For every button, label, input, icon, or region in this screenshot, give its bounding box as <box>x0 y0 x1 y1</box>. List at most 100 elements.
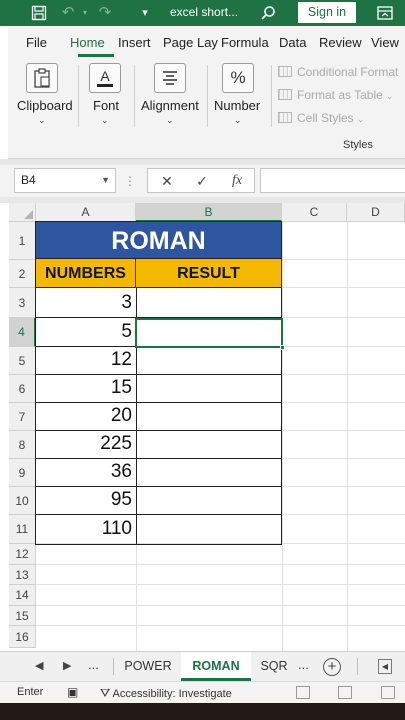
clipboard-label: Clipboard <box>17 98 73 113</box>
tab-page-layout[interactable]: Page Lay <box>163 35 218 50</box>
tab-home[interactable]: Home <box>70 35 105 50</box>
sheet-tab-roman[interactable]: ROMAN <box>181 652 251 681</box>
row-header[interactable]: 9 <box>9 459 36 487</box>
enter-check-icon[interactable]: ✓ <box>191 171 213 191</box>
result-cell[interactable] <box>137 458 282 486</box>
accessibility-status[interactable]: ⛛ Accessibility: Investigate <box>100 686 232 701</box>
spreadsheet-grid[interactable]: A B C D 1 2 3 4 5 6 7 8 9 10 11 12 13 14… <box>9 203 405 651</box>
next-sheet-icon[interactable]: ▶ <box>63 659 71 672</box>
chevron-down-icon: ⌄ <box>356 114 365 124</box>
tab-formulas[interactable]: Formula <box>221 35 269 50</box>
redo-icon[interactable]: ↷ <box>95 3 115 23</box>
font-group[interactable]: A Font ⌄ <box>83 59 133 139</box>
active-cell-selection[interactable] <box>135 318 283 348</box>
format-as-table-button[interactable]: Format as Table ⌄ <box>278 88 393 106</box>
row-header[interactable]: 15 <box>9 606 36 626</box>
column-header-a[interactable]: A <box>36 203 136 222</box>
fill-handle[interactable] <box>280 345 285 350</box>
row-header[interactable]: 5 <box>9 347 36 375</box>
chevron-down-icon: ⌄ <box>234 115 242 125</box>
result-cell[interactable] <box>137 374 282 402</box>
result-cell[interactable] <box>137 346 282 374</box>
row-header[interactable]: 4 <box>9 318 36 347</box>
number-cell[interactable]: 36 <box>36 458 136 486</box>
result-cell[interactable] <box>137 486 282 514</box>
numbers-header-cell[interactable]: NUMBERS <box>35 259 136 288</box>
chevron-down-icon[interactable]: ▼ <box>101 169 110 192</box>
number-cell[interactable]: 3 <box>36 288 136 317</box>
number-cell[interactable]: 95 <box>36 486 136 514</box>
tab-insert[interactable]: Insert <box>118 35 151 50</box>
number-group[interactable]: % Number ⌄ <box>211 59 269 139</box>
tab-view[interactable]: View <box>371 35 399 50</box>
undo-icon[interactable]: ↶ <box>58 3 78 23</box>
svg-text:A: A <box>100 68 110 84</box>
document-title: excel short... <box>170 5 239 19</box>
column-header-c[interactable]: C <box>282 203 347 222</box>
result-header-cell[interactable]: RESULT <box>136 259 282 288</box>
result-cell[interactable] <box>137 514 282 544</box>
search-icon[interactable] <box>258 3 278 23</box>
row-header[interactable]: 1 <box>9 222 36 260</box>
clipboard-group[interactable]: Clipboard ⌄ <box>8 59 74 139</box>
row-header[interactable]: 2 <box>9 260 36 288</box>
number-cell[interactable]: 5 <box>36 317 136 346</box>
row-header[interactable]: 10 <box>9 487 36 515</box>
more-sheets-button[interactable]: ... <box>298 657 309 672</box>
cell-styles-button[interactable]: Cell Styles ⌄ <box>278 111 364 129</box>
number-cell[interactable]: 20 <box>36 402 136 430</box>
result-cell[interactable] <box>137 430 282 458</box>
sheet-tab-sqr[interactable]: SQR <box>251 652 297 681</box>
table-title-cell[interactable]: ROMAN <box>35 221 282 259</box>
accessibility-icon: ⛛ <box>100 686 111 700</box>
conditional-formatting-icon <box>278 66 292 77</box>
select-all-button[interactable] <box>9 203 36 222</box>
column-header-b[interactable]: B <box>136 203 282 222</box>
cancel-icon[interactable]: ✕ <box>156 171 178 191</box>
row-header[interactable]: 6 <box>9 375 36 403</box>
row-header[interactable]: 13 <box>9 565 36 585</box>
formula-bar-splitter[interactable]: ⋮ <box>124 173 136 189</box>
scroll-left-icon[interactable]: ◀ <box>378 659 392 674</box>
tab-review[interactable]: Review <box>319 35 362 50</box>
name-box[interactable]: B4 ▼ <box>14 168 116 193</box>
formula-input[interactable] <box>260 168 405 193</box>
row-header[interactable]: 3 <box>9 288 36 318</box>
page-layout-view-icon[interactable] <box>338 686 352 699</box>
tab-file[interactable]: File <box>26 35 47 50</box>
previous-sheet-icon[interactable]: ◀ <box>35 659 43 672</box>
more-sheets-button[interactable]: ... <box>88 657 99 672</box>
sign-in-button[interactable]: Sign in <box>298 2 356 23</box>
number-cell[interactable]: 225 <box>36 430 136 458</box>
row-header[interactable]: 16 <box>9 626 36 648</box>
tab-data[interactable]: Data <box>279 35 306 50</box>
conditional-formatting-button[interactable]: Conditional Format <box>278 65 398 83</box>
add-sheet-button[interactable]: + <box>323 658 341 676</box>
row-header[interactable]: 14 <box>9 585 36 606</box>
column-header-d[interactable]: D <box>347 203 405 222</box>
status-bar: Enter ▣ ⛛ Accessibility: Investigate <box>0 681 405 703</box>
row-header[interactable]: 8 <box>9 431 36 459</box>
sheet-divider <box>357 658 358 675</box>
macro-recording-icon[interactable]: ▣ <box>67 685 78 699</box>
quick-access-menu-icon[interactable]: ▾ <box>138 3 152 23</box>
row-header[interactable]: 12 <box>9 544 36 565</box>
alignment-group[interactable]: Alignment ⌄ <box>138 59 206 139</box>
gridline <box>36 625 405 626</box>
result-cell[interactable] <box>137 402 282 430</box>
number-cell[interactable]: 12 <box>36 346 136 374</box>
row-header[interactable]: 7 <box>9 403 36 431</box>
sheet-tab-power[interactable]: POWER <box>115 652 181 681</box>
result-cell[interactable] <box>137 288 282 317</box>
normal-view-icon[interactable] <box>296 686 310 699</box>
ribbon-display-icon[interactable] <box>374 3 396 23</box>
page-break-view-icon[interactable] <box>381 686 395 699</box>
alignment-label: Alignment <box>141 98 199 113</box>
number-cell[interactable]: 110 <box>36 514 136 544</box>
number-cell[interactable]: 15 <box>36 374 136 402</box>
row-header[interactable]: 11 <box>9 515 36 544</box>
insert-function-icon[interactable]: fx <box>226 171 248 191</box>
ribbon-divider <box>271 65 272 127</box>
save-icon[interactable] <box>30 3 48 23</box>
undo-dropdown-icon[interactable]: ▾ <box>80 3 90 23</box>
